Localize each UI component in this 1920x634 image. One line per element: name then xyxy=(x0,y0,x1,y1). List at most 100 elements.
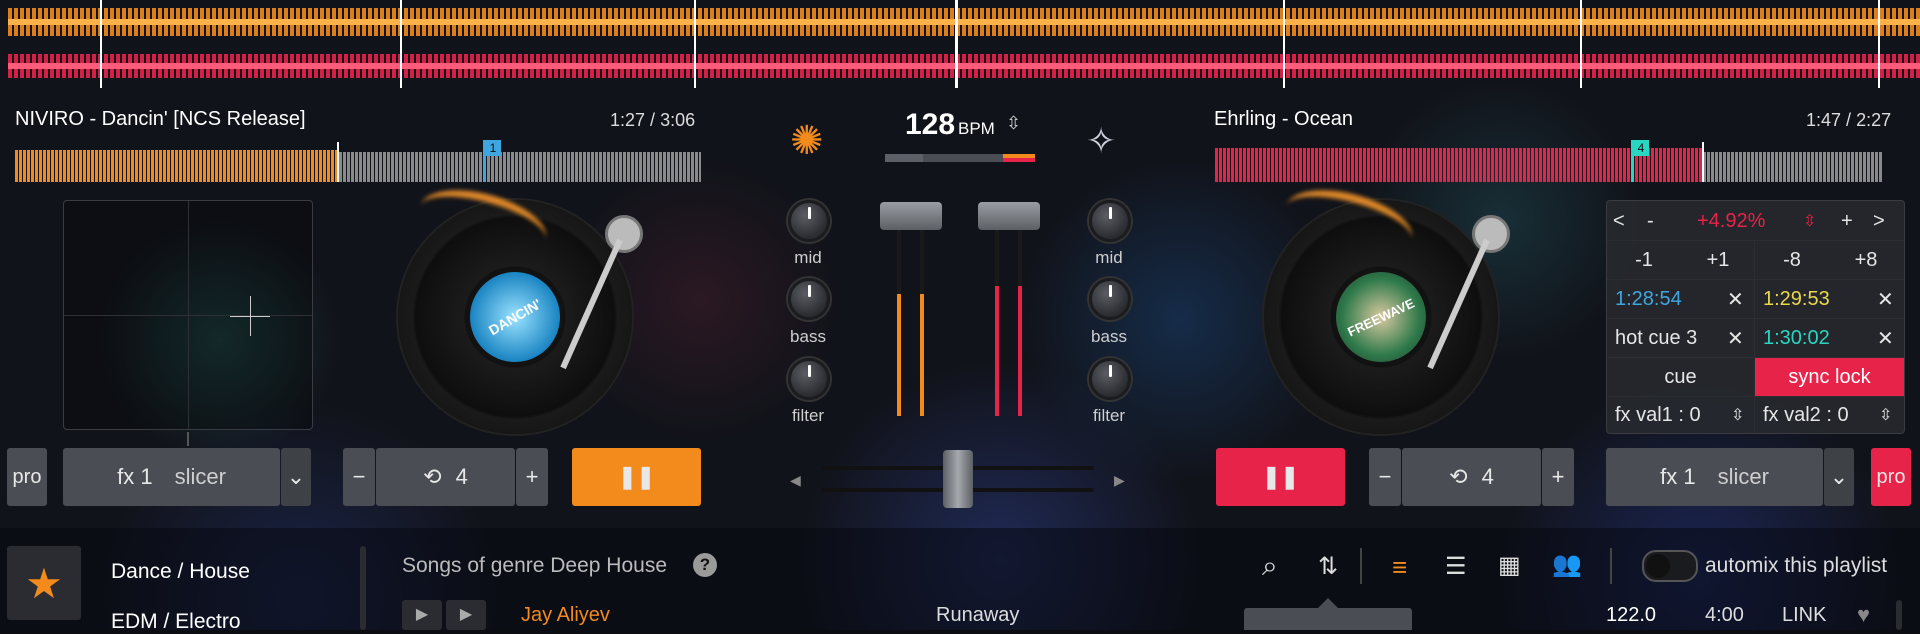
sort-icon[interactable]: ⇅ xyxy=(1318,552,1338,581)
left-pro-button[interactable]: pro xyxy=(7,448,47,506)
crossfader-right-arrow-icon[interactable]: ▶ xyxy=(1114,472,1125,489)
left-loop-length[interactable]: ⟲ 4 xyxy=(376,448,515,506)
close-icon[interactable]: ✕ xyxy=(1727,280,1751,318)
party-popper-icon[interactable]: ✧ xyxy=(1086,120,1116,162)
overview-waveforms[interactable] xyxy=(0,0,1920,90)
right-pause-button[interactable]: ❚❚ xyxy=(1216,448,1345,506)
right-bass-knob[interactable] xyxy=(1089,278,1131,320)
pitch-step-button[interactable]: +8 xyxy=(1829,241,1903,279)
beat-marker xyxy=(1878,0,1880,88)
pause-icon: ❚❚ xyxy=(618,464,655,489)
load-deck-button[interactable]: ▶ xyxy=(446,600,486,630)
left-fx-selector[interactable]: fx 1 slicer xyxy=(63,448,280,506)
right-loop-plus-button[interactable]: + xyxy=(1542,448,1574,506)
disco-ball-icon[interactable]: ✺ xyxy=(790,118,824,164)
left-bass-knob[interactable] xyxy=(788,278,830,320)
tooltip-popover xyxy=(1244,608,1412,630)
left-mid-knob[interactable] xyxy=(788,200,830,242)
fx-value-1[interactable]: fx val1 : 0 xyxy=(1615,397,1725,433)
hot-cue-4[interactable]: 1:30:02 xyxy=(1763,319,1873,357)
left-xy-pad[interactable] xyxy=(63,200,313,430)
track-source: LINK xyxy=(1782,604,1827,626)
nudge-forward-button[interactable]: > xyxy=(1873,205,1899,237)
left-loop-minus-button[interactable]: − xyxy=(343,448,375,506)
left-pause-button[interactable]: ❚❚ xyxy=(572,448,701,506)
hot-cue-2[interactable]: 1:29:53 xyxy=(1763,280,1873,318)
detailed-list-icon[interactable]: ☰ xyxy=(1445,552,1467,581)
fx-name: slicer xyxy=(1717,464,1769,489)
right-vu-meter xyxy=(1018,286,1022,416)
close-icon[interactable]: ✕ xyxy=(1877,319,1901,357)
right-bass-label: bass xyxy=(1091,327,1127,346)
left-turntable[interactable]: DANCIN' xyxy=(398,178,632,434)
pitch-plus-button[interactable]: + xyxy=(1841,205,1867,237)
right-loop-length[interactable]: ⟲ 4 xyxy=(1402,448,1541,506)
hot-cue-1[interactable]: 1:28:54 xyxy=(1615,280,1725,318)
chevron-down-icon[interactable]: ⌄ xyxy=(1824,448,1854,506)
left-loop-plus-button[interactable]: + xyxy=(516,448,548,506)
pitch-minus-button[interactable]: - xyxy=(1647,205,1677,237)
help-icon[interactable]: ? xyxy=(693,553,717,577)
left-mid-label: mid xyxy=(794,248,822,267)
right-volume-fader[interactable] xyxy=(978,202,1040,230)
crossfader[interactable] xyxy=(943,450,973,508)
right-filter-label: filter xyxy=(1092,406,1126,425)
right-mini-waveform[interactable]: 4 xyxy=(1215,140,1882,182)
bpm-stepper-icon[interactable]: ⇳ xyxy=(1006,113,1021,134)
phase-meter xyxy=(885,154,1035,162)
genre-item[interactable]: EDM / Electro xyxy=(111,610,241,634)
heart-icon[interactable]: ♥ xyxy=(1857,602,1870,628)
users-icon[interactable]: 👥 xyxy=(1552,550,1582,579)
bpm-value: 128 xyxy=(905,108,956,141)
grid-view-icon[interactable]: ▦ xyxy=(1498,551,1521,580)
chevron-down-icon[interactable]: ⌄ xyxy=(281,448,311,506)
right-loop-minus-button[interactable]: − xyxy=(1369,448,1401,506)
left-filter-knob[interactable] xyxy=(788,358,830,400)
left-track-time: 1:27 / 3:06 xyxy=(610,110,696,130)
favorites-star-icon[interactable]: ★ xyxy=(7,546,81,620)
genre-item[interactable]: Dance / House xyxy=(111,560,250,584)
tooltip-arrow xyxy=(1318,598,1338,608)
pitch-stepper-icon[interactable]: ⇳ xyxy=(1803,205,1823,237)
right-mid-knob[interactable] xyxy=(1089,200,1131,242)
tonearm-pivot xyxy=(1472,215,1510,253)
fx-value-2[interactable]: fx val2 : 0 xyxy=(1763,397,1873,433)
overview-waveform-right xyxy=(8,46,1920,86)
beat-marker xyxy=(100,0,102,88)
hot-cue-marker[interactable]: 4 xyxy=(1633,140,1649,156)
close-icon[interactable]: ✕ xyxy=(1727,319,1751,357)
fx-val1-stepper-icon[interactable]: ⇳ xyxy=(1731,397,1751,433)
pitch-step-button[interactable]: -8 xyxy=(1755,241,1829,279)
left-mini-waveform[interactable]: 1 xyxy=(15,140,701,182)
preview-play-button[interactable]: ▶ xyxy=(402,600,442,630)
track-title[interactable]: Runaway xyxy=(936,604,1019,627)
automix-toggle[interactable] xyxy=(1642,550,1698,582)
fx-slot: fx 1 xyxy=(117,464,153,489)
left-volume-fader[interactable] xyxy=(880,202,942,230)
pad-handle[interactable] xyxy=(187,432,189,446)
search-icon[interactable]: ⌕ xyxy=(1262,550,1278,583)
cue-button[interactable]: cue xyxy=(1607,358,1754,396)
crossfader-left-arrow-icon[interactable]: ◀ xyxy=(790,472,801,489)
right-turntable[interactable]: FREEWAVE xyxy=(1264,178,1498,434)
right-record-label: FREEWAVE xyxy=(1336,272,1426,362)
pitch-step-button[interactable]: -1 xyxy=(1607,241,1681,279)
loop-icon: ⟲ xyxy=(1449,464,1468,489)
nudge-back-button[interactable]: < xyxy=(1613,205,1643,237)
close-icon[interactable]: ✕ xyxy=(1877,280,1901,318)
automix-label: automix this playlist xyxy=(1705,554,1888,577)
fx-val2-stepper-icon[interactable]: ⇳ xyxy=(1879,397,1899,433)
pitch-step-button[interactable]: +1 xyxy=(1681,241,1755,279)
hot-cue-marker[interactable]: 1 xyxy=(485,140,501,156)
playlist-scrollbar[interactable] xyxy=(1896,600,1902,630)
right-pro-button[interactable]: pro xyxy=(1871,448,1911,506)
left-track-title: NIVIRO - Dancin' [NCS Release] xyxy=(15,108,306,130)
list-view-icon[interactable]: ≡ xyxy=(1392,552,1407,583)
track-artist[interactable]: Jay Aliyev xyxy=(521,604,610,627)
hot-cue-3[interactable]: hot cue 3 xyxy=(1615,319,1725,357)
sync-lock-button[interactable]: sync lock xyxy=(1755,358,1904,396)
right-fx-selector[interactable]: fx 1 slicer xyxy=(1606,448,1823,506)
right-filter-knob[interactable] xyxy=(1089,358,1131,400)
genre-list-scrollbar[interactable] xyxy=(360,546,366,630)
beat-marker xyxy=(694,0,696,88)
